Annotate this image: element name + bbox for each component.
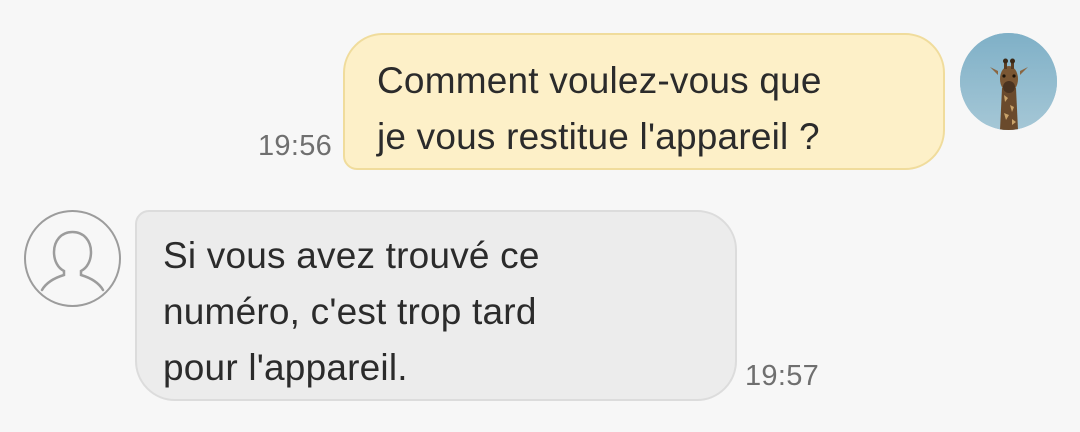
message-timestamp: 19:57 [745, 360, 820, 392]
giraffe-photo-avatar-icon[interactable] [960, 33, 1057, 130]
default-person-icon[interactable] [24, 210, 121, 307]
outgoing-message-bubble[interactable]: Comment voulez-vous que je vous restitue… [343, 33, 945, 170]
incoming-message-bubble[interactable]: Si vous avez trouvé ce numéro, c'est tro… [135, 210, 737, 401]
message-timestamp: 19:56 [258, 130, 333, 162]
message-thread: 19:56 Comment voulez-vous que je vous re… [0, 0, 1080, 432]
